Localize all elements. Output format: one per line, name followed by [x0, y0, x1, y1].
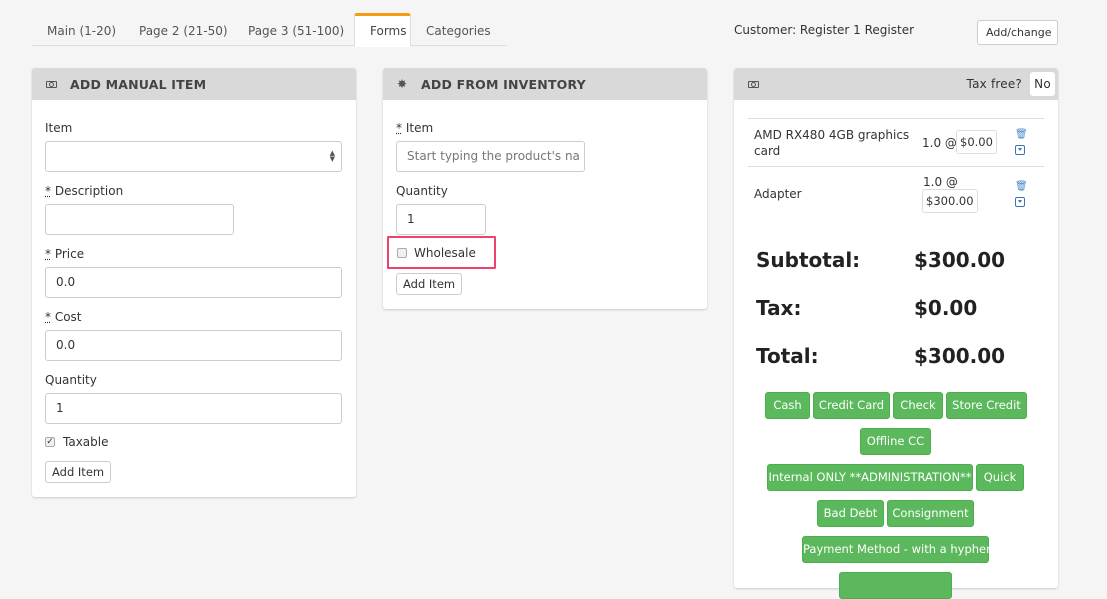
cart-item-price-input[interactable]: $300.00 — [922, 189, 978, 213]
select-arrows-icon: ▲ ▼ — [329, 149, 335, 163]
add-inventory-item-button[interactable]: Add Item — [396, 273, 463, 295]
pay-offline-cc-button[interactable]: Offline CC — [860, 428, 931, 455]
money-icon — [748, 80, 759, 88]
cost-label: * Cost — [45, 310, 82, 324]
trash-icon[interactable]: 🗑 — [1015, 181, 1028, 192]
expand-down-icon[interactable] — [1015, 145, 1025, 155]
cost-input[interactable]: 0.0 — [45, 330, 342, 361]
subtotal-label: Subtotal: — [756, 248, 861, 272]
tax-label: Tax: — [756, 296, 802, 320]
cart-header: Tax free? No — [734, 68, 1058, 100]
price-label: * Price — [45, 247, 85, 261]
add-manual-item-panel: ADD MANUAL ITEM Item ▲ ▼ * Description * … — [32, 68, 356, 497]
tax-value: $0.00 — [914, 296, 978, 320]
quantity-input[interactable]: 1 — [45, 393, 342, 424]
pay-method-hyphen-button[interactable]: Payment Method - with a hyphen — [802, 536, 993, 563]
inventory-item-label: * Item — [396, 121, 434, 135]
pay-check-button[interactable]: Check — [893, 392, 943, 419]
cart-item-row: AMD RX480 4GB graphics card 1.0 @ $0.00 🗑 — [748, 118, 1044, 166]
panel-title: ADD FROM INVENTORY — [421, 76, 586, 92]
add-manual-item-button[interactable]: Add Item — [45, 461, 112, 483]
item-select[interactable]: ▲ ▼ — [45, 141, 342, 172]
pay-quick-button[interactable]: Quick — [976, 464, 1024, 491]
price-input[interactable]: 0.0 — [45, 267, 342, 298]
add-change-customer-button[interactable]: Add/change — [977, 20, 1058, 45]
pay-store-credit-button[interactable]: Store Credit — [946, 392, 1027, 419]
inventory-quantity-input[interactable]: 1 — [396, 204, 486, 235]
panel-title: ADD MANUAL ITEM — [70, 76, 207, 92]
tab-forms[interactable]: Forms — [354, 13, 411, 47]
description-label: * Description — [45, 184, 124, 198]
taxable-label: Taxable — [63, 435, 109, 449]
total-value: $300.00 — [914, 344, 1006, 368]
total-label: Total: — [756, 344, 819, 368]
pay-method-button-partial[interactable] — [839, 572, 952, 599]
tax-free-toggle[interactable]: No — [1030, 72, 1055, 96]
tab-categories[interactable]: Categories — [411, 13, 507, 46]
item-label: Item — [45, 121, 73, 135]
product-search-input[interactable]: Start typing the product's na — [396, 141, 585, 172]
cart-item-row: Adapter 1.0 @ $300.00 🗑 — [748, 166, 1044, 218]
inventory-quantity-label: Quantity — [396, 184, 448, 198]
expand-down-icon[interactable] — [1015, 197, 1025, 207]
wholesale-checkbox[interactable] — [397, 248, 407, 258]
tab-page-2[interactable]: Page 2 (21-50) — [124, 13, 233, 46]
pay-bad-debt-button[interactable]: Bad Debt — [817, 500, 884, 527]
tab-page-3[interactable]: Page 3 (51-100) — [233, 13, 354, 46]
subtotal-value: $300.00 — [914, 248, 1006, 272]
cart-panel: Tax free? No AMD RX480 4GB graphics card … — [734, 68, 1058, 599]
pay-internal-admin-button[interactable]: Internal ONLY **ADMINISTRATION** — [767, 464, 973, 491]
pay-credit-card-button[interactable]: Credit Card — [813, 392, 890, 419]
description-input[interactable] — [45, 204, 234, 235]
cart-item-name: Adapter — [754, 187, 802, 201]
tab-main[interactable]: Main (1-20) — [32, 13, 124, 46]
tab-bar: Main (1-20) Page 2 (21-50) Page 3 (51-10… — [32, 13, 507, 47]
add-from-inventory-panel: ✸ ADD FROM INVENTORY * Item Start typing… — [383, 68, 707, 309]
wholesale-label: Wholesale — [414, 246, 476, 260]
panel-header: ADD MANUAL ITEM — [32, 68, 356, 100]
cart-item-qty: 1.0 @ — [922, 136, 957, 150]
gear-icon: ✸ — [397, 77, 408, 91]
money-icon — [46, 80, 57, 88]
panel-header: ✸ ADD FROM INVENTORY — [383, 68, 707, 100]
cart-item-qty: 1.0 @ — [923, 175, 958, 189]
pay-cash-button[interactable]: Cash — [765, 392, 810, 419]
customer-label: Customer: Register 1 Register — [734, 23, 915, 37]
cart-item-name: AMD RX480 4GB graphics card — [754, 128, 910, 158]
quantity-label: Quantity — [45, 373, 97, 387]
tax-free-label: Tax free? — [966, 77, 1022, 91]
trash-icon[interactable]: 🗑 — [1015, 129, 1028, 140]
taxable-checkbox[interactable]: ✓ — [45, 437, 55, 447]
cart-item-price-input[interactable]: $0.00 — [956, 130, 997, 154]
pay-consignment-button[interactable]: Consignment — [887, 500, 974, 527]
